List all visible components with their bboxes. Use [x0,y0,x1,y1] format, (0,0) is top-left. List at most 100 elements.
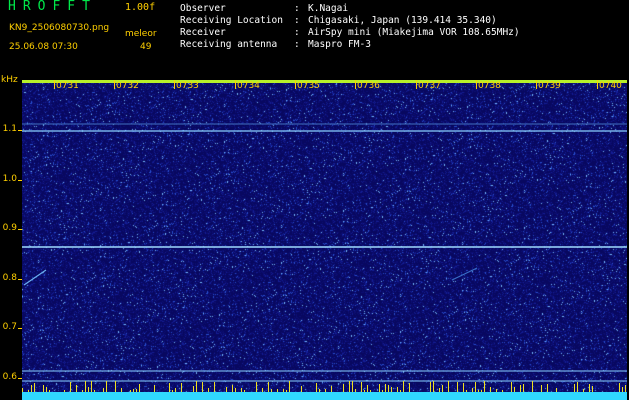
baseline-spike [226,387,227,392]
y-label-1-0: 1.0 [2,174,17,184]
info-key: Receiver [180,27,226,38]
baseline-spike [106,381,107,392]
baseline-spike [514,387,515,392]
baseline-spike [91,381,92,392]
baseline-spike [103,388,104,392]
mode-label: meleor [125,29,157,39]
meteor-count: 49 [140,42,152,52]
baseline-spike [271,389,272,392]
baseline-spike [625,385,626,392]
baseline-spike [85,381,86,392]
baseline-spike [496,389,497,392]
info-row-location: Receiving Location: Chigasaki, Japan (139… [180,15,497,26]
info-row-antenna: Receiving antenna: Maspro FM-3 [180,39,371,50]
baseline-spike [49,390,50,392]
x-label-0734: 0734 [237,81,260,91]
baseline-spike [22,388,23,392]
baseline-spike [478,390,479,392]
baseline-spike [331,386,332,392]
baseline-spike [589,384,590,392]
baseline-spike [400,390,401,392]
info-separator: : [294,3,300,14]
x-label-0735: 0735 [297,81,320,91]
baseline-spike [46,387,47,392]
baseline-spike [364,390,365,392]
x-tick [355,80,356,89]
meteor-echo-streak [451,267,478,281]
x-tick [235,80,236,89]
x-label-0736: 0736 [357,81,380,91]
baseline-spike [214,382,215,392]
x-label-0738: 0738 [478,81,501,91]
baseline-spike [133,389,134,392]
x-tick [295,80,296,89]
y-label-0-7: 0.7 [2,322,17,332]
baseline-spike [202,382,203,392]
baseline-spike [64,390,65,392]
baseline-spike [196,381,197,392]
baseline-spike [76,385,77,392]
x-tick [476,80,477,89]
baseline-band [22,392,627,400]
info-row-observer: Observer: K.Nagai [180,3,348,14]
baseline-spike [172,390,173,392]
baseline-spike [301,386,302,392]
baseline-spike [169,383,170,392]
baseline-spike [88,387,89,392]
baseline-spike [388,385,389,392]
file-name: KN9_2506080730.png [9,23,110,33]
baseline-spike [136,389,137,392]
info-key: Receiving antenna [180,39,278,50]
baseline-spike [622,387,623,392]
baseline-spike [283,389,284,392]
info-row-receiver: Receiver: AirSpy mini (Miakejima VOR 108.… [180,27,520,38]
x-tick [54,80,55,89]
baseline-spike [583,389,584,392]
baseline-spike [463,383,464,392]
baseline-spike [385,384,386,392]
baseline-spike [232,385,233,392]
baseline-spike [355,389,356,392]
baseline-spike [475,382,476,392]
baseline-spike [31,385,32,392]
baseline-spike [28,390,29,392]
x-tick [416,80,417,89]
baseline-spike [193,386,194,392]
baseline-spike [397,387,398,392]
baseline-spike [511,382,512,392]
spectrogram-panel: 0731 0732 0733 0734 0735 0736 0737 0738 … [22,80,627,400]
baseline-spike [391,387,392,392]
baseline-spike [574,384,575,392]
x-label-0732: 0732 [116,81,139,91]
x-label-0737: 0737 [418,81,441,91]
info-value: AirSpy mini (Miakejima VOR 108.65MHz) [308,27,520,38]
baseline-spike [208,388,209,392]
y-label-0-8: 0.8 [2,273,17,283]
x-label-0739: 0739 [538,81,561,91]
baseline-spike [319,389,320,392]
baseline-spike [70,382,71,392]
info-separator: : [294,39,300,50]
baseline-spike [457,382,458,392]
x-tick [536,80,537,89]
baseline-spike [481,390,482,392]
baseline-spike [154,385,155,392]
x-tick [114,80,115,89]
info-separator: : [294,27,300,38]
x-label-0740: 0740 [599,81,622,91]
observation-datetime: 25.06.08 07:30 [9,42,78,52]
baseline-spike [472,388,473,392]
baseline-spike [490,387,491,392]
y-label-0-9: 0.9 [2,223,17,233]
y-label-1-1: 1.1 [2,124,17,134]
baseline-spike [343,384,344,392]
baseline-spike [175,388,176,392]
baseline-spike [349,381,350,392]
baseline-spike [241,388,242,392]
info-value: Chigasaki, Japan (139.414 35.340) [308,15,497,26]
baseline-spike [439,388,440,392]
baseline-spike [181,383,182,392]
x-label-0731: 0731 [56,81,79,91]
baseline-spike [409,383,410,392]
baseline-spike [367,385,368,392]
